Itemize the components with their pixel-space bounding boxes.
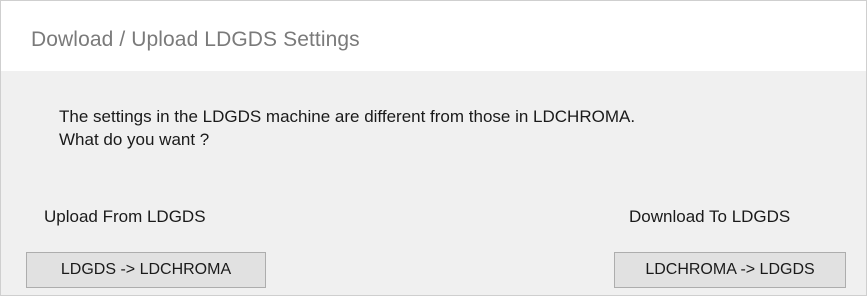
message-line-1: The settings in the LDGDS machine are di… <box>59 107 636 126</box>
title-bar: Dowload / Upload LDGDS Settings <box>1 1 866 71</box>
settings-sync-dialog: Dowload / Upload LDGDS Settings The sett… <box>0 0 867 296</box>
message-line-2: What do you want ? <box>59 130 210 149</box>
download-label: Download To LDGDS <box>629 207 791 226</box>
dialog-message: The settings in the LDGDS machine are di… <box>59 105 635 151</box>
download-to-ldgds-button[interactable]: LDCHROMA -> LDGDS <box>614 252 846 288</box>
dialog-title: Dowload / Upload LDGDS Settings <box>31 28 360 51</box>
upload-label: Upload From LDGDS <box>44 207 206 226</box>
upload-from-ldgds-button[interactable]: LDGDS -> LDCHROMA <box>26 252 266 288</box>
